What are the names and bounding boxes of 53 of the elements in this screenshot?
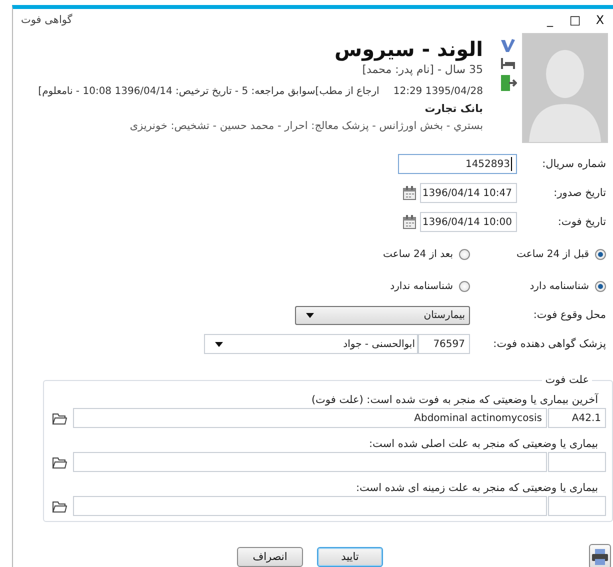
description-field[interactable] — [73, 452, 547, 472]
confirm-button[interactable]: تایید — [317, 546, 383, 566]
cancel-button[interactable]: انصراف — [237, 546, 303, 566]
date-field[interactable]: 1396/04/14 10:00 — [420, 212, 517, 232]
print-button[interactable] — [589, 544, 611, 567]
field-label: محل وقوع فوت: — [532, 309, 606, 321]
radio-label[interactable]: شناسنامه دارد — [530, 280, 589, 292]
dropdown-arrow-icon — [215, 342, 223, 346]
maximize-button[interactable]: □ — [564, 10, 586, 30]
radio-button[interactable] — [459, 248, 470, 260]
window-title: گواهی فوت — [21, 14, 72, 26]
bed-icon — [500, 57, 516, 70]
dropdown-arrow-icon — [306, 312, 314, 318]
admission-details: بستري - بخش اورژانس - پزشک معالج: احرار - محمد حسین - تشخیص: خونریزی — [130, 120, 483, 132]
close-button[interactable]: X — [589, 10, 611, 30]
group-title: علت فوت — [544, 374, 590, 386]
calendar-icon — [403, 186, 416, 200]
code-field[interactable] — [548, 496, 606, 516]
folder-icon — [52, 412, 67, 424]
insurance-name: بانک تجارت — [424, 103, 483, 115]
field-label: آخرین بیماری یا وضعیتی که منجر به فوت شده است: (علت فوت) — [310, 394, 598, 406]
radio-label[interactable]: قبل از 24 ساعت — [516, 248, 589, 260]
date-field[interactable]: 1396/04/14 10:47 — [420, 183, 517, 203]
field-label: تاریخ صدور: — [552, 187, 606, 199]
admission-date: 1395/04/28 12:29 — [393, 86, 483, 97]
code-field[interactable] — [548, 452, 606, 472]
visit-history: ارجاع از مطب]سوابق مراجعه: 5 - تاریخ ترخیص: 1396/04/14 10:08 - نامعلوم] — [38, 86, 380, 97]
field-label: تاریخ فوت: — [556, 216, 606, 228]
radio-button[interactable] — [595, 280, 606, 292]
checkmark-icon — [500, 37, 516, 53]
calendar-icon — [403, 215, 416, 229]
field-label: پزشک گواهی دهنده فوت: — [492, 338, 606, 350]
code-field[interactable]: A42.1 — [548, 408, 606, 428]
field-label: شماره سریال: — [541, 158, 606, 170]
radio-label[interactable]: بعد از 24 ساعت — [383, 248, 453, 260]
dropdown[interactable]: بیمارستان — [295, 306, 470, 324]
field-label: بیماری یا وضعیتی که منجر به علت اصلی شده است: — [368, 438, 598, 450]
dropdown[interactable]: ابوالحسنی - جواد — [204, 334, 418, 354]
minimize-button[interactable]: _ — [539, 10, 561, 30]
description-field[interactable] — [73, 496, 547, 516]
radio-button[interactable] — [595, 248, 606, 260]
code-field[interactable]: 76597 — [418, 334, 470, 354]
field-label: بیماری یا وضعیتی که منجر به علت زمینه ای شده است: — [354, 482, 598, 494]
exit-door-icon — [499, 74, 517, 92]
printer-icon — [591, 548, 609, 564]
radio-button[interactable] — [459, 280, 470, 292]
description-field[interactable]: Abdominal actinomycosis — [73, 408, 547, 428]
patient-name: الوند - سیروس — [334, 36, 483, 63]
patient-age: 35 سال - [نام پدر: محمد] — [362, 63, 483, 76]
serial-field[interactable]: 1452893 — [398, 154, 517, 174]
radio-label[interactable]: شناسنامه ندارد — [390, 280, 453, 292]
folder-icon — [52, 456, 67, 468]
folder-icon — [52, 500, 67, 512]
